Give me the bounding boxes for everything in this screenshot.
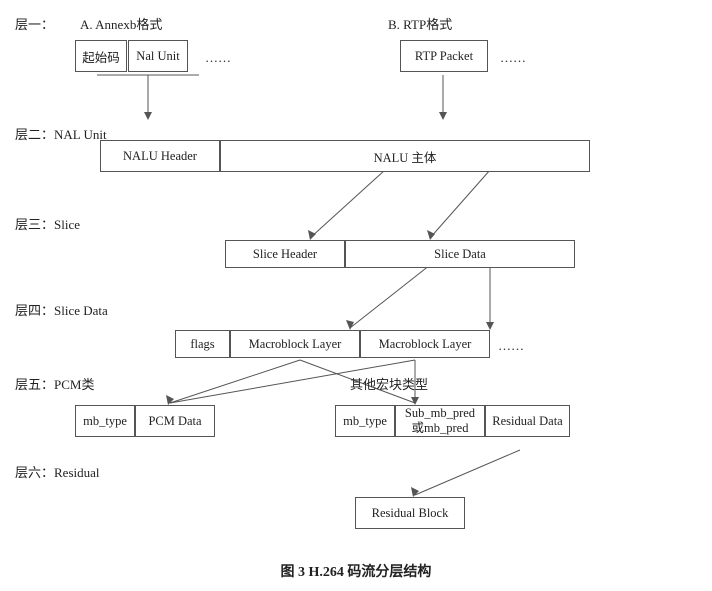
diagram-svg — [0, 0, 712, 555]
layer6-label: 层六：Residual — [15, 462, 100, 481]
nalu-body-box: NALU 主体 — [220, 140, 590, 172]
ellipsis3: …… — [498, 338, 524, 354]
layer5-other-label: 其他宏块类型 — [350, 374, 428, 393]
rtp-packet-box: RTP Packet — [400, 40, 488, 72]
caption: 图 3 H.264 码流分层结构 — [0, 555, 712, 591]
sub-mb-pred-box: Sub_mb_pred 或mb_pred — [395, 405, 485, 437]
layer4-label: 层四：Slice Data — [15, 300, 108, 319]
mb-type-pcm-box: mb_type — [75, 405, 135, 437]
residual-data-box: Residual Data — [485, 405, 570, 437]
diagram: 层一： A. Annexb格式 B. RTP格式 起始码 Nal Unit ……… — [0, 0, 712, 555]
layer1-a-label: A. Annexb格式 — [80, 14, 162, 33]
ellipsis2: …… — [500, 50, 526, 66]
pcm-data-box: PCM Data — [135, 405, 215, 437]
mb-type-other-box: mb_type — [335, 405, 395, 437]
layer1-b-label: B. RTP格式 — [388, 14, 452, 33]
start-code-box: 起始码 — [75, 40, 127, 72]
macroblock2-box: Macroblock Layer — [360, 330, 490, 358]
nalu-header-box: NALU Header — [100, 140, 220, 172]
layer3-label: 层三：Slice — [15, 214, 80, 233]
layer1-label: 层一： — [15, 14, 54, 33]
layer2-label: 层二：NAL Unit — [15, 124, 107, 143]
macroblock1-box: Macroblock Layer — [230, 330, 360, 358]
residual-block-box: Residual Block — [355, 497, 465, 529]
nal-unit-small-box: Nal Unit — [128, 40, 188, 72]
slice-data-box: Slice Data — [345, 240, 575, 268]
ellipsis1: …… — [205, 50, 231, 66]
slice-header-box: Slice Header — [225, 240, 345, 268]
flags-box: flags — [175, 330, 230, 358]
layer5-label: 层五：PCM类 — [15, 374, 94, 393]
